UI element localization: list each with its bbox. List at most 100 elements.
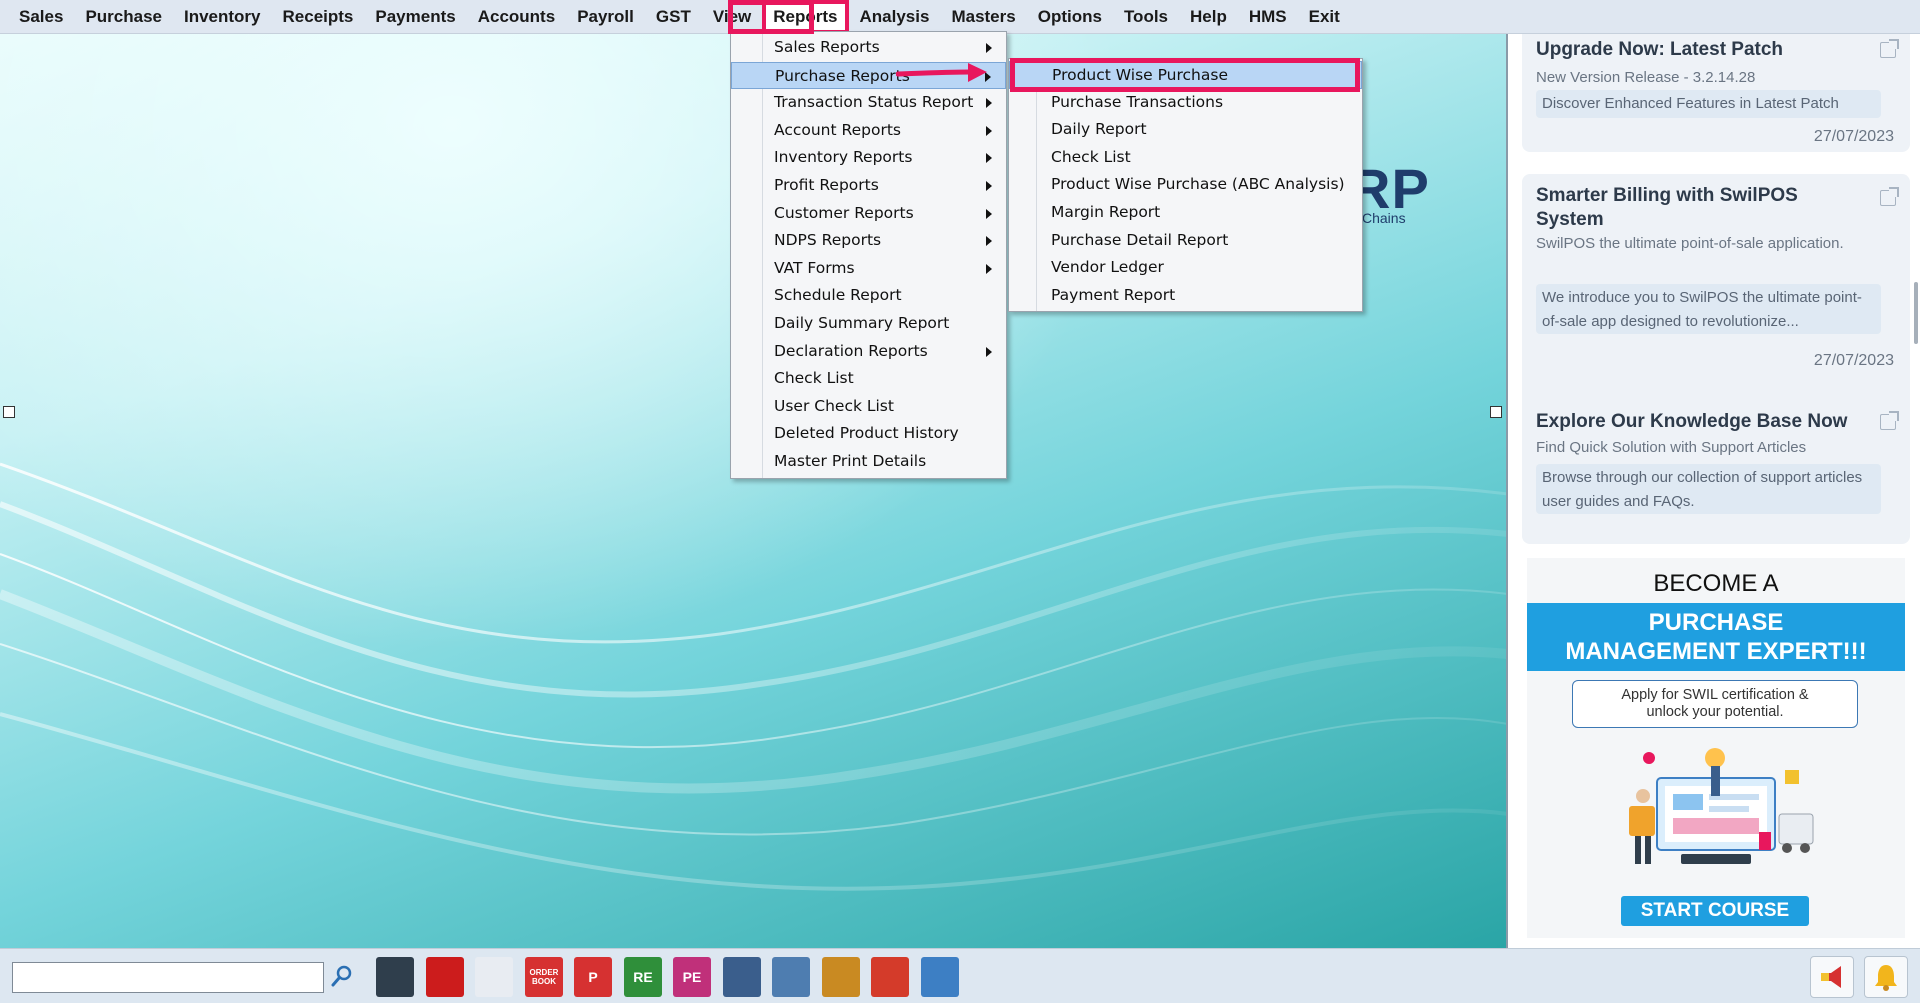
menu-view[interactable]: View bbox=[702, 0, 762, 34]
reports-menu-item-inventory-reports[interactable]: Inventory Reports bbox=[731, 144, 1006, 172]
reports-menu-item-deleted-product-history[interactable]: Deleted Product History bbox=[731, 420, 1006, 448]
reports-menu-item-master-print-details[interactable]: Master Print Details bbox=[731, 448, 1006, 476]
news-card-subtitle: Find Quick Solution with Support Article… bbox=[1536, 439, 1807, 456]
news-card-upgrade[interactable]: Upgrade Now: Latest Patch New Version Re… bbox=[1522, 34, 1910, 152]
search-input[interactable] bbox=[12, 962, 324, 993]
menu-inventory[interactable]: Inventory bbox=[173, 0, 272, 34]
promo-banner[interactable]: BECOME A PURCHASE MANAGEMENT EXPERT!!! A… bbox=[1527, 558, 1905, 938]
promo-become: BECOME A bbox=[1653, 570, 1779, 597]
announcement-button[interactable] bbox=[1810, 956, 1854, 998]
promo-headline: PURCHASE MANAGEMENT EXPERT!!! bbox=[1527, 603, 1905, 671]
start-course-button[interactable]: START COURSE bbox=[1621, 896, 1809, 926]
purchase-submenu-item-vendor-ledger[interactable]: Vendor Ledger bbox=[1009, 254, 1362, 282]
submenu-arrow-icon bbox=[986, 43, 992, 53]
submenu-arrow-icon bbox=[986, 236, 992, 247]
transfer-icon[interactable] bbox=[772, 957, 810, 997]
money-bag-icon[interactable] bbox=[822, 957, 860, 997]
menu-hms[interactable]: HMS bbox=[1238, 0, 1298, 34]
reports-menu-item-account-reports[interactable]: Account Reports bbox=[731, 117, 1006, 145]
purchase-submenu-item-purchase-transactions[interactable]: Purchase Transactions bbox=[1009, 89, 1362, 117]
search-icon[interactable] bbox=[330, 964, 354, 988]
menu-item-label: Deleted Product History bbox=[774, 424, 959, 443]
news-card-knowledge-base[interactable]: Explore Our Knowledge Base Now Find Quic… bbox=[1522, 394, 1910, 544]
reports-menu-item-transaction-status-report[interactable]: Transaction Status Report bbox=[731, 89, 1006, 117]
sales-entry-icon[interactable] bbox=[426, 957, 464, 997]
resize-handle-left[interactable] bbox=[3, 406, 15, 418]
news-card-title: Smarter Billing with SwilPOS System bbox=[1536, 185, 1798, 230]
stock-icon[interactable] bbox=[723, 957, 761, 997]
payment-entry-icon[interactable]: PE bbox=[673, 957, 711, 997]
toolbar-icon-label: P bbox=[588, 969, 598, 985]
promo-headline-line1: PURCHASE bbox=[1648, 609, 1784, 636]
purchase-return-icon[interactable]: P bbox=[574, 957, 612, 997]
menu-item-label: Customer Reports bbox=[774, 203, 914, 222]
printer-icon[interactable] bbox=[921, 957, 959, 997]
menu-payroll[interactable]: Payroll bbox=[566, 0, 645, 34]
purchase-submenu-item-check-list[interactable]: Check List bbox=[1009, 144, 1362, 172]
news-card-description: Browse through our collection of support… bbox=[1536, 464, 1881, 514]
menu-payments[interactable]: Payments bbox=[364, 0, 466, 34]
reports-menu: Sales Reports Purchase Reports Transaction… bbox=[730, 31, 1007, 479]
menu-help[interactable]: Help bbox=[1179, 0, 1238, 34]
sales-register-icon[interactable] bbox=[376, 957, 414, 997]
submenu-arrow-icon bbox=[986, 263, 992, 274]
news-card-subtitle: New Version Release - 3.2.14.28 bbox=[1536, 69, 1756, 86]
exchange-icon[interactable] bbox=[871, 957, 909, 997]
purchase-submenu-item-product-wise-purchase[interactable]: Product Wise Purchase bbox=[1009, 61, 1362, 89]
menu-item-label: Purchase Reports bbox=[775, 66, 910, 85]
external-link-icon[interactable] bbox=[1880, 187, 1899, 206]
menu-masters[interactable]: Masters bbox=[940, 0, 1026, 34]
purchase-entry-icon[interactable] bbox=[475, 957, 513, 997]
submenu-arrow-icon bbox=[986, 208, 992, 219]
menu-item-label: Inventory Reports bbox=[774, 148, 913, 167]
menu-item-label: Daily Summary Report bbox=[774, 313, 950, 332]
menu-purchase[interactable]: Purchase bbox=[74, 0, 173, 34]
menu-accounts[interactable]: Accounts bbox=[467, 0, 566, 34]
order-book-icon[interactable]: ORDER BOOK bbox=[525, 957, 563, 997]
menu-item-label: VAT Forms bbox=[774, 258, 855, 277]
reports-menu-item-ndps-reports[interactable]: NDPS Reports bbox=[731, 227, 1006, 255]
logo-subtext: Chains bbox=[1362, 210, 1406, 226]
menu-item-label: User Check List bbox=[774, 396, 894, 415]
external-link-icon[interactable] bbox=[1880, 411, 1899, 430]
news-card-title: Upgrade Now: Latest Patch bbox=[1536, 39, 1784, 60]
news-card-date: 27/07/2023 bbox=[1813, 352, 1894, 369]
reports-menu-item-user-check-list[interactable]: User Check List bbox=[731, 393, 1006, 421]
news-card-subtitle: SwilPOS the ultimate point-of-sale appli… bbox=[1536, 235, 1844, 252]
reports-menu-item-daily-summary-report[interactable]: Daily Summary Report bbox=[731, 310, 1006, 338]
menu-analysis[interactable]: Analysis bbox=[849, 0, 941, 34]
menu-exit[interactable]: Exit bbox=[1298, 0, 1351, 34]
receipt-entry-icon[interactable]: RE bbox=[624, 957, 662, 997]
purchase-submenu-item-payment-report[interactable]: Payment Report bbox=[1009, 282, 1362, 310]
notifications-button[interactable] bbox=[1864, 956, 1908, 998]
purchase-submenu-item-purchase-detail-report[interactable]: Purchase Detail Report bbox=[1009, 227, 1362, 255]
menu-receipts[interactable]: Receipts bbox=[272, 0, 365, 34]
reports-menu-item-declaration-reports[interactable]: Declaration Reports bbox=[731, 338, 1006, 366]
menu-reports[interactable]: Reports bbox=[762, 0, 849, 34]
reports-menu-item-schedule-report[interactable]: Schedule Report bbox=[731, 282, 1006, 310]
promo-apply-line1: Apply for SWIL certification & bbox=[1621, 687, 1809, 703]
purchase-submenu-item-margin-report[interactable]: Margin Report bbox=[1009, 199, 1362, 227]
resize-handle-right[interactable] bbox=[1490, 406, 1502, 418]
reports-menu-item-check-list[interactable]: Check List bbox=[731, 365, 1006, 393]
reports-menu-item-vat-forms[interactable]: VAT Forms bbox=[731, 255, 1006, 283]
toolbar-icon-label: ORDER BOOK bbox=[529, 968, 559, 986]
menu-options[interactable]: Options bbox=[1027, 0, 1113, 34]
reports-menu-item-sales-reports[interactable]: Sales Reports bbox=[731, 34, 1006, 62]
news-card-description: Discover Enhanced Features in Latest Pat… bbox=[1536, 90, 1881, 118]
menu-item-label: Sales Reports bbox=[774, 38, 880, 56]
purchase-submenu-item-product-wise-purchase-abc-analysis-[interactable]: Product Wise Purchase (ABC Analysis) bbox=[1009, 171, 1362, 199]
menu-sales[interactable]: Sales bbox=[8, 0, 74, 34]
reports-menu-item-customer-reports[interactable]: Customer Reports bbox=[731, 200, 1006, 228]
panel-scrollbar[interactable] bbox=[1914, 282, 1918, 344]
menu-gst[interactable]: GST bbox=[645, 0, 702, 34]
menu-tools[interactable]: Tools bbox=[1113, 0, 1179, 34]
news-card-swilpos[interactable]: Smarter Billing with SwilPOS System Swil… bbox=[1522, 174, 1910, 410]
external-link-icon[interactable] bbox=[1880, 39, 1899, 58]
submenu-arrow-icon bbox=[986, 98, 992, 109]
purchase-submenu-item-daily-report[interactable]: Daily Report bbox=[1009, 116, 1362, 144]
reports-menu-item-profit-reports[interactable]: Profit Reports bbox=[731, 172, 1006, 200]
submenu-arrow-icon bbox=[986, 125, 992, 136]
news-panel: Upgrade Now: Latest Patch New Version Re… bbox=[1510, 34, 1920, 948]
bell-icon bbox=[1875, 965, 1897, 991]
